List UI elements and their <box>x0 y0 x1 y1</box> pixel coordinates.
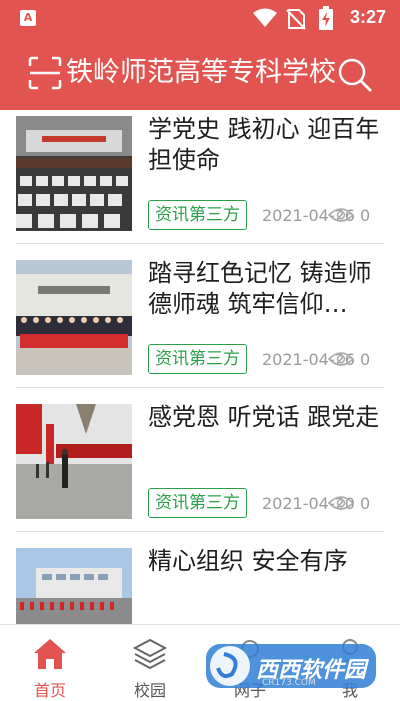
list-item[interactable]: 学党史 践初心 迎百年 担使命 资讯第三方 2021-04-26 0 <box>0 110 400 254</box>
article-thumbnail <box>16 548 132 624</box>
source-tag: 资讯第三方 <box>148 200 247 230</box>
search-icon[interactable] <box>336 56 374 94</box>
eye-icon <box>328 208 354 222</box>
article-title: 学党史 践初心 迎百年 担使命 <box>148 115 380 174</box>
eye-icon <box>328 352 354 366</box>
scan-icon[interactable] <box>26 54 64 92</box>
source-tag: 资讯第三方 <box>148 344 247 374</box>
view-count: 0 <box>360 494 371 513</box>
watermark-subtext: CR173.COM <box>262 678 316 688</box>
battery-charging-icon <box>319 6 333 30</box>
article-title: 精心组织 安全有序 <box>148 547 348 575</box>
tab-label: 校园 <box>133 681 166 700</box>
divider <box>16 531 384 532</box>
view-count: 0 <box>360 350 371 369</box>
source-tag: 资讯第三方 <box>148 488 247 518</box>
wifi-icon <box>253 8 277 27</box>
watermark-logo: 西西软件园 CR173.COM <box>202 640 380 692</box>
view-count: 0 <box>360 206 371 225</box>
divider <box>16 243 384 244</box>
list-item[interactable]: 踏寻红色记忆 铸造师德师魂 筑牢信仰… 资讯第三方 2021-04-26 0 <box>0 254 400 398</box>
page-title: 铁岭师范高等专科学校 <box>66 57 336 88</box>
home-icon <box>34 639 66 669</box>
article-title: 踏寻红色记忆 铸造师德师魂 筑牢信仰… <box>148 259 372 318</box>
tab-campus[interactable]: 校园 <box>100 625 200 701</box>
eye-icon <box>328 496 354 510</box>
layers-icon <box>132 638 168 670</box>
app-notification-icon: A <box>20 10 36 26</box>
divider <box>16 387 384 388</box>
status-time: 3:27 <box>349 7 386 27</box>
list-item[interactable]: 感党恩 听党话 跟党走 资讯第三方 2021-04-20 0 <box>0 398 400 542</box>
no-sim-icon <box>286 9 306 30</box>
article-thumbnail <box>16 260 132 375</box>
article-title: 感党恩 听党话 跟党走 <box>148 403 380 431</box>
article-thumbnail <box>16 404 132 519</box>
app-header: 铁岭师范高等专科学校 <box>0 36 400 110</box>
list-item[interactable]: 精心组织 安全有序 <box>0 542 400 624</box>
article-thumbnail <box>16 116 132 231</box>
tab-label: 首页 <box>33 681 66 700</box>
tab-home[interactable]: 首页 <box>0 625 100 701</box>
article-list: 学党史 践初心 迎百年 担使命 资讯第三方 2021-04-26 0 踏寻红色记… <box>0 110 400 624</box>
status-bar: A 3:27 <box>0 0 400 36</box>
